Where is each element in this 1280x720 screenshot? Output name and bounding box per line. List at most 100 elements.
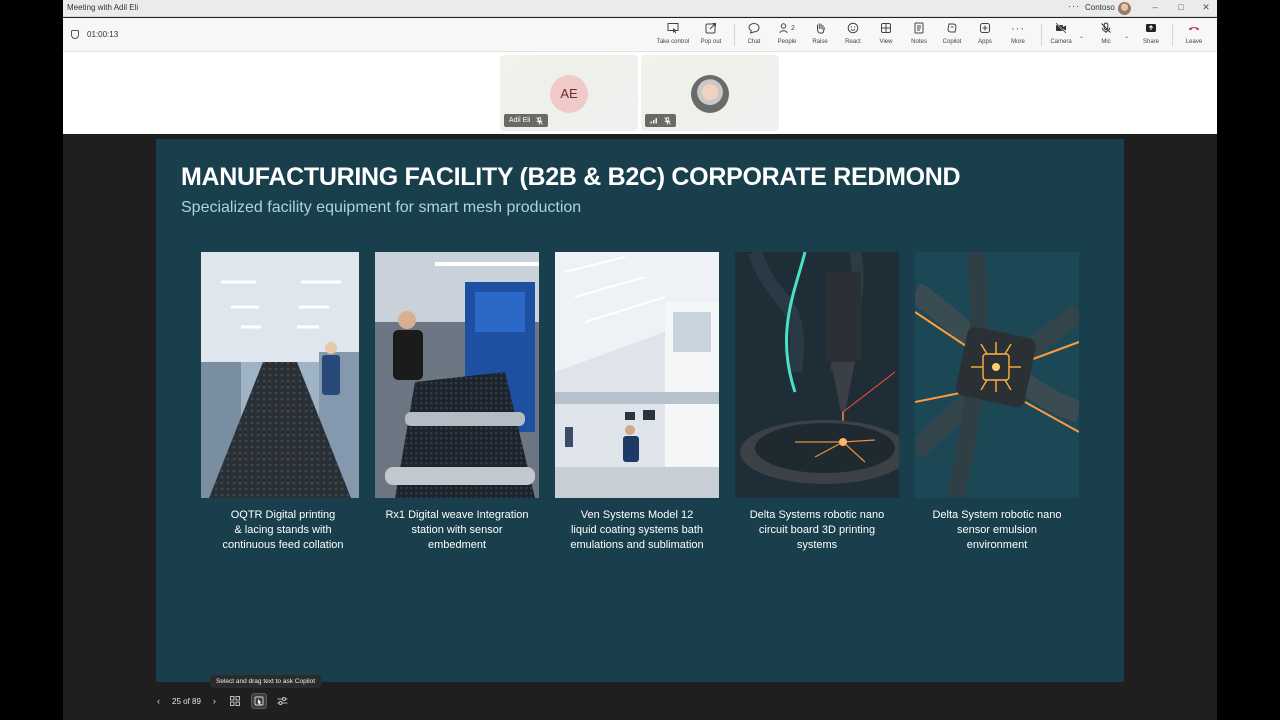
caption-line: continuous feed collation [222,539,344,551]
caption-line: station with sensor [411,524,503,536]
teams-meeting-window: Meeting with Adil Eli ··· Contoso – □ ✕ … [63,0,1217,720]
mic-off-icon [1089,22,1123,36]
mic-label: Mic [1101,39,1111,45]
leave-label: Leave [1185,39,1203,45]
account-avatar[interactable] [1118,2,1131,15]
timer-text: 01:00:13 [87,30,119,39]
notes-button[interactable]: Notes [902,22,936,50]
camera-button[interactable]: Camera [1044,22,1078,50]
signal-strength-icon [650,118,657,124]
caption-line: systems [796,539,838,551]
meeting-timer: 01:00:13 [71,30,118,39]
mic-muted-icon [536,116,544,125]
caption-line: sensor emulsion [956,524,1038,536]
previous-slide-chevron-icon[interactable]: ‹ [157,696,160,706]
chat-icon [737,22,771,36]
people-count: 2 [791,25,795,32]
caption-line: emulations and sublimation [570,539,704,551]
caption-line: embedment [427,539,487,551]
conveyor-photo [201,252,365,498]
copilot-icon [935,22,969,36]
caption-line: Delta System robotic nano [932,509,1062,521]
minimize-button[interactable]: – [1148,2,1162,12]
equipment-card: Delta Systems robotic nano circuit board… [735,252,899,553]
title-more-icon[interactable]: ··· [1068,1,1080,11]
view-icon [869,22,903,36]
equipment-card: Delta System robotic nano sensor emulsio… [915,252,1079,553]
copilot-button[interactable]: Copilot [935,22,969,50]
slide-subtitle: Specialized facility equipment for smart… [181,199,582,216]
people-icon: 2 [770,22,804,36]
maximize-button[interactable]: □ [1174,2,1188,12]
apps-label: Apps [978,39,992,45]
sensor-chip-photo [915,252,1079,498]
camera-label: Camera [1050,39,1072,45]
view-button[interactable]: View [869,22,903,50]
camera-off-icon [1044,22,1078,36]
participant-nameplate: Adil Eli [504,114,549,127]
equipment-card: Rx1 Digital weave Integration station wi… [375,252,539,553]
caption-line: Rx1 Digital weave Integration [385,509,529,521]
chat-button[interactable]: Chat [737,22,771,50]
raise-hand-button[interactable]: Raise [803,22,837,50]
screen: Meeting with Adil Eli ··· Contoso – □ ✕ … [0,0,1280,720]
take-control-label: Take control [656,39,690,45]
org-name[interactable]: Contoso [1085,3,1115,12]
equipment-caption: OQTR Digital printing & lacing stands wi… [201,508,365,553]
next-slide-chevron-icon[interactable]: › [213,696,216,706]
take-control-button[interactable]: Take control [656,22,690,50]
participant-photo-avatar [691,75,729,113]
react-button[interactable]: React [836,22,870,50]
pop-out-button[interactable]: Pop out [694,22,728,50]
people-button[interactable]: 2 People [770,22,804,50]
lab-workstation-photo [555,252,719,498]
settings-sliders-icon[interactable] [276,694,290,708]
notes-icon [902,22,936,36]
mic-muted-icon [664,116,671,125]
mic-button[interactable]: Mic [1089,22,1123,50]
react-icon [836,22,870,36]
slide-navigation: ‹ 25 of 89 › [157,690,299,712]
apps-button[interactable]: Apps [968,22,1002,50]
participant-tile[interactable]: AE Adil Eli [500,55,638,131]
toolbar-divider [734,24,735,46]
notes-label: Notes [911,39,927,45]
leave-button[interactable]: Leave [1177,22,1211,50]
people-label: People [777,39,797,45]
view-label: View [879,39,893,45]
grid-view-icon[interactable] [228,694,242,708]
close-button[interactable]: ✕ [1199,2,1213,13]
caption-line: Delta Systems robotic nano [749,509,885,521]
caption-line: Ven Systems Model 12 [580,509,694,521]
participant-tile[interactable] [641,55,779,131]
pop-out-label: Pop out [700,39,722,45]
share-icon [1134,22,1168,36]
share-button[interactable]: Share [1134,22,1168,50]
shared-content-stage: MANUFACTURING FACILITY (B2B & B2C) CORPO… [63,134,1217,720]
participant-strip: AE Adil Eli [63,52,1217,134]
equipment-caption: Ven Systems Model 12 liquid coating syst… [555,508,719,553]
caption-line: & lacing stands with [234,524,332,536]
equipment-caption: Delta System robotic nano sensor emulsio… [915,508,1079,553]
react-label: React [845,39,861,45]
equipment-caption: Rx1 Digital weave Integration station wi… [375,508,539,553]
participant-nameplate [645,114,676,127]
pop-out-icon [694,22,728,36]
text-select-icon[interactable] [250,693,267,709]
more-icon: ··· [1011,23,1025,35]
more-button[interactable]: ··· More [1001,22,1035,50]
caption-line: liquid coating systems bath [570,524,704,536]
title-bar: Meeting with Adil Eli ··· Contoso – □ ✕ [63,0,1217,17]
raise-label: Raise [812,39,828,45]
presentation-slide: MANUFACTURING FACILITY (B2B & B2C) CORPO… [156,139,1124,682]
weave-machine-photo [375,252,539,498]
caption-line: environment [966,539,1028,551]
meeting-toolbar: 01:00:13 Take control Pop out Chat 2 Peo… [63,18,1217,52]
apps-icon [968,22,1002,36]
caption-line: OQTR Digital printing [230,509,336,521]
equipment-card: OQTR Digital printing & lacing stands wi… [201,252,365,553]
mic-options-chevron-icon[interactable]: ⌄ [1124,33,1129,40]
more-label: More [1011,39,1025,45]
camera-options-chevron-icon[interactable]: ⌄ [1079,33,1084,40]
take-control-icon [656,22,690,36]
